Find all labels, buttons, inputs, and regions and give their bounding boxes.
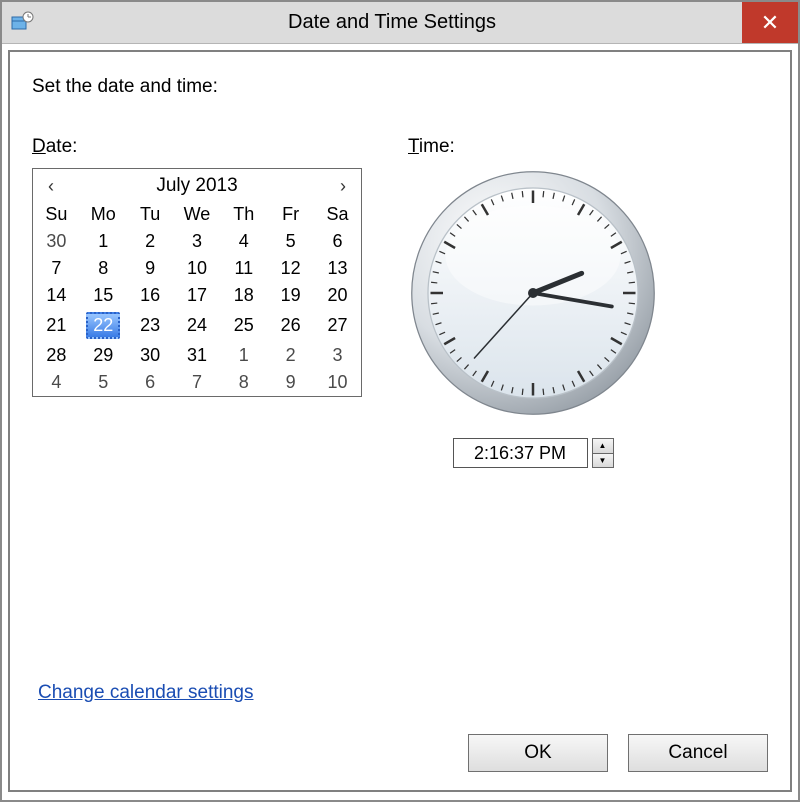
calendar-day[interactable]: 12 bbox=[267, 255, 314, 282]
date-label-rest: ate: bbox=[46, 136, 78, 157]
calendar-weekday: Tu bbox=[127, 201, 174, 228]
calendar-day[interactable]: 30 bbox=[127, 342, 174, 369]
calendar-day[interactable]: 31 bbox=[174, 342, 221, 369]
calendar-day[interactable]: 18 bbox=[220, 282, 267, 309]
calendar-weekday: Su bbox=[33, 201, 80, 228]
calendar-day[interactable]: 11 bbox=[220, 255, 267, 282]
calendar-day[interactable]: 2 bbox=[127, 228, 174, 255]
calendar-day[interactable]: 1 bbox=[80, 228, 127, 255]
change-calendar-link[interactable]: Change calendar settings bbox=[38, 682, 253, 704]
calendar-day[interactable]: 15 bbox=[80, 282, 127, 309]
calendar-day[interactable]: 10 bbox=[314, 369, 361, 396]
calendar-next-button[interactable]: › bbox=[333, 176, 353, 197]
window-title: Date and Time Settings bbox=[42, 11, 742, 34]
calendar-day[interactable]: 19 bbox=[267, 282, 314, 309]
calendar-weekday: We bbox=[174, 201, 221, 228]
calendar-day[interactable]: 25 bbox=[220, 309, 267, 342]
calendar-header: ‹ July 2013 › bbox=[33, 169, 361, 201]
calendar-day[interactable]: 5 bbox=[80, 369, 127, 396]
calendar-day[interactable]: 4 bbox=[220, 228, 267, 255]
time-spin-up[interactable]: ▲ bbox=[592, 438, 614, 454]
calendar-weekday: Mo bbox=[80, 201, 127, 228]
date-label-mnemonic: D bbox=[32, 136, 46, 157]
calendar-day[interactable]: 23 bbox=[127, 309, 174, 342]
calendar-prev-button[interactable]: ‹ bbox=[41, 176, 61, 197]
time-input-row: ▲ ▼ bbox=[453, 438, 614, 468]
close-icon: ✕ bbox=[761, 10, 779, 36]
calendar-day[interactable]: 8 bbox=[220, 369, 267, 396]
calendar-day[interactable]: 5 bbox=[267, 228, 314, 255]
time-label-mnemonic: T bbox=[408, 136, 419, 157]
calendar-day[interactable]: 3 bbox=[174, 228, 221, 255]
time-spinner: ▲ ▼ bbox=[592, 438, 614, 468]
close-button[interactable]: ✕ bbox=[742, 2, 798, 43]
calendar-day[interactable]: 13 bbox=[314, 255, 361, 282]
calendar-day[interactable]: 10 bbox=[174, 255, 221, 282]
ok-button[interactable]: OK bbox=[468, 734, 608, 772]
time-label: Time: bbox=[408, 136, 658, 158]
calendar-day[interactable]: 3 bbox=[314, 342, 361, 369]
calendar-day[interactable]: 17 bbox=[174, 282, 221, 309]
window-frame: Date and Time Settings ✕ Set the date an… bbox=[0, 0, 800, 802]
time-label-rest: ime: bbox=[419, 136, 455, 157]
calendar-day[interactable]: 22 bbox=[80, 309, 127, 342]
calendar-day[interactable]: 6 bbox=[127, 369, 174, 396]
calendar-day[interactable]: 27 bbox=[314, 309, 361, 342]
cancel-button[interactable]: Cancel bbox=[628, 734, 768, 772]
calendar-month-label[interactable]: July 2013 bbox=[156, 175, 237, 197]
calendar-day[interactable]: 4 bbox=[33, 369, 80, 396]
instruction-text: Set the date and time: bbox=[32, 76, 768, 98]
analog-clock bbox=[408, 168, 658, 418]
calendar-day[interactable]: 6 bbox=[314, 228, 361, 255]
calendar-day[interactable]: 7 bbox=[33, 255, 80, 282]
calendar-day[interactable]: 2 bbox=[267, 342, 314, 369]
calendar-day[interactable]: 8 bbox=[80, 255, 127, 282]
calendar-day[interactable]: 24 bbox=[174, 309, 221, 342]
calendar-grid: SuMoTuWeThFrSa 3012345678910111213141516… bbox=[33, 201, 361, 396]
calendar-weekday: Th bbox=[220, 201, 267, 228]
titlebar[interactable]: Date and Time Settings ✕ bbox=[2, 2, 798, 44]
calendar[interactable]: ‹ July 2013 › SuMoTuWeThFrSa 30123456789… bbox=[32, 168, 362, 397]
time-spin-down[interactable]: ▼ bbox=[592, 453, 614, 469]
calendar-day[interactable]: 21 bbox=[33, 309, 80, 342]
calendar-day[interactable]: 29 bbox=[80, 342, 127, 369]
date-label: Date: bbox=[32, 136, 362, 158]
calendar-day[interactable]: 30 bbox=[33, 228, 80, 255]
calendar-day[interactable]: 9 bbox=[267, 369, 314, 396]
dialog-body: Set the date and time: Date: ‹ July 2013… bbox=[8, 50, 792, 792]
dialog-button-row: OK Cancel bbox=[468, 734, 768, 772]
calendar-day[interactable]: 16 bbox=[127, 282, 174, 309]
calendar-day[interactable]: 26 bbox=[267, 309, 314, 342]
calendar-day[interactable]: 9 bbox=[127, 255, 174, 282]
calendar-day[interactable]: 20 bbox=[314, 282, 361, 309]
time-input[interactable] bbox=[453, 438, 588, 468]
app-icon bbox=[2, 3, 42, 43]
calendar-weekday: Sa bbox=[314, 201, 361, 228]
calendar-day[interactable]: 14 bbox=[33, 282, 80, 309]
calendar-day[interactable]: 7 bbox=[174, 369, 221, 396]
calendar-day[interactable]: 1 bbox=[220, 342, 267, 369]
calendar-weekday: Fr bbox=[267, 201, 314, 228]
calendar-day[interactable]: 28 bbox=[33, 342, 80, 369]
